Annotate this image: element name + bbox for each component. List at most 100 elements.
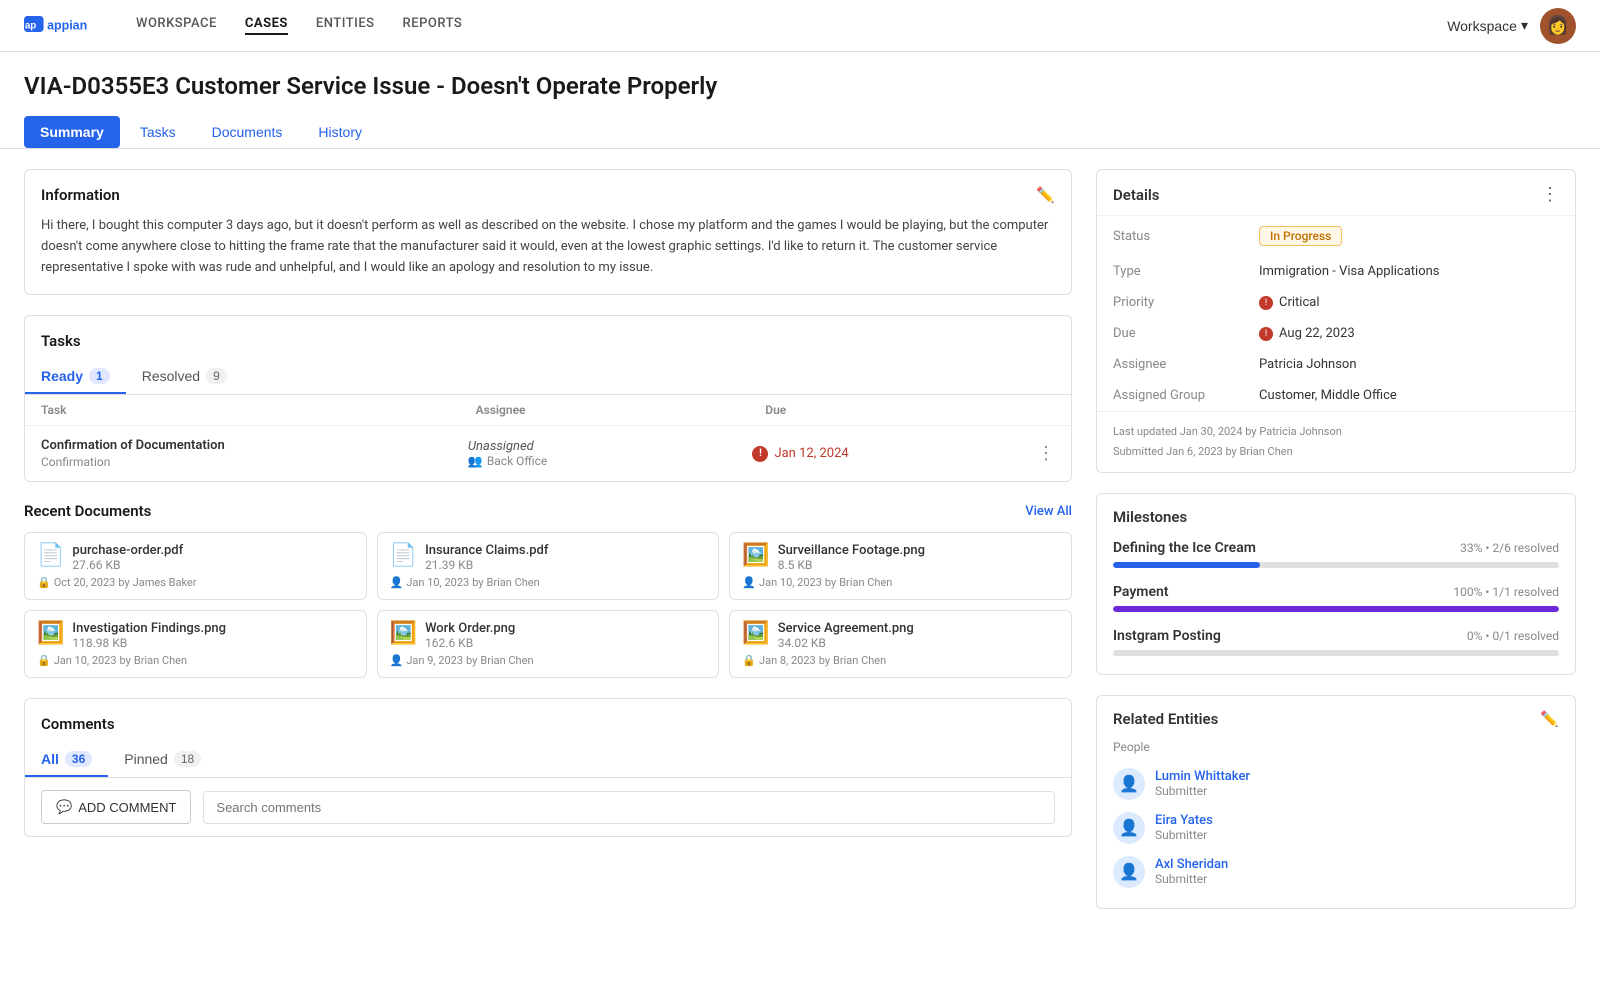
workspace-caret: ▾	[1521, 17, 1528, 34]
appian-logo[interactable]: ap appian	[24, 10, 104, 42]
share-icon: 👤	[390, 654, 404, 667]
tasks-section: Tasks Ready 1 Resolved 9 Task Assignee D…	[24, 315, 1072, 482]
docs-grid: 📄 purchase-order.pdf 27.66 KB 🔒 Oct 20, …	[24, 532, 1072, 678]
png-icon: 🖼️	[390, 621, 417, 646]
comment-tab-pinned[interactable]: Pinned 18	[108, 743, 217, 777]
lock-icon: 🔒	[742, 654, 756, 667]
task-sub: Confirmation	[41, 455, 468, 469]
milestone-item: Instgram Posting 0% • 0/1 resolved	[1113, 628, 1559, 656]
milestone-item: Defining the Ice Cream 33% • 2/6 resolve…	[1113, 540, 1559, 568]
lock-icon: 🔒	[37, 654, 51, 667]
information-card: Information ✏️ Hi there, I bought this c…	[24, 169, 1072, 295]
nav-cases[interactable]: CASES	[245, 16, 288, 35]
milestone-stat: 33% • 2/6 resolved	[1460, 541, 1559, 555]
person-row: 👤 Axl Sheridan Submitter	[1113, 850, 1559, 894]
doc-meta: 🔒 Jan 10, 2023 by Brian Chen	[37, 654, 354, 667]
priority-value: ! Critical	[1259, 295, 1319, 310]
pdf-icon: 📄	[390, 543, 417, 568]
svg-text:ap: ap	[25, 20, 36, 31]
assignee-group: 👥 Back Office	[468, 454, 753, 468]
left-column: Information ✏️ Hi there, I bought this c…	[24, 169, 1072, 837]
tasks-title-area: Tasks	[25, 316, 1071, 350]
list-item: 🖼️ Work Order.png 162.6 KB 👤 Jan 9, 2023…	[377, 610, 720, 678]
right-column: Details ⋮ Status In Progress Type Immigr…	[1096, 169, 1576, 909]
png-icon: 🖼️	[742, 621, 769, 646]
details-more-icon[interactable]: ⋮	[1541, 184, 1559, 205]
related-edit-icon[interactable]: ✏️	[1540, 710, 1559, 728]
detail-row-assignee: Assignee Patricia Johnson	[1097, 349, 1575, 380]
tab-history[interactable]: History	[302, 116, 378, 148]
person-name[interactable]: Eira Yates	[1155, 813, 1213, 828]
nav-links: WORKSPACE CASES ENTITIES REPORTS	[136, 16, 1447, 35]
doc-meta: 🔒 Oct 20, 2023 by James Baker	[37, 576, 354, 589]
list-item: 🖼️ Service Agreement.png 34.02 KB 🔒 Jan …	[729, 610, 1072, 678]
tab-documents[interactable]: Documents	[196, 116, 299, 148]
milestones-card: Milestones Defining the Ice Cream 33% • …	[1096, 493, 1576, 675]
details-card: Details ⋮ Status In Progress Type Immigr…	[1096, 169, 1576, 473]
milestone-header: Defining the Ice Cream 33% • 2/6 resolve…	[1113, 540, 1559, 556]
col-due: Due	[765, 403, 1055, 417]
milestone-name: Defining the Ice Cream	[1113, 540, 1256, 556]
assignee-value: Patricia Johnson	[1259, 357, 1357, 372]
assignee-label: Assignee	[1113, 357, 1243, 372]
nav-workspace[interactable]: WORKSPACE	[136, 16, 217, 35]
col-assignee: Assignee	[476, 403, 766, 417]
workspace-label: Workspace	[1447, 18, 1517, 34]
task-tab-resolved[interactable]: Resolved 9	[126, 360, 243, 394]
workspace-button[interactable]: Workspace ▾	[1447, 17, 1528, 34]
view-all-link[interactable]: View All	[1025, 504, 1072, 519]
comment-tab-all[interactable]: All 36	[25, 743, 108, 777]
person-role: Submitter	[1155, 828, 1213, 842]
user-avatar[interactable]: 👩	[1540, 8, 1576, 44]
person-name[interactable]: Axl Sheridan	[1155, 857, 1228, 872]
tab-tasks[interactable]: Tasks	[124, 116, 192, 148]
pinned-count-badge: 18	[174, 751, 201, 767]
milestones-title: Milestones	[1113, 508, 1559, 526]
information-header: Information ✏️	[41, 186, 1055, 204]
last-updated: Last updated Jan 30, 2024 by Patricia Jo…	[1113, 422, 1559, 442]
related-title: Related Entities	[1113, 710, 1218, 728]
task-name: Confirmation of Documentation	[41, 438, 468, 453]
task-header-row: Task Assignee Due	[25, 395, 1071, 426]
tab-summary[interactable]: Summary	[24, 116, 120, 148]
submitted-info: Submitted Jan 6, 2023 by Brian Chen	[1113, 442, 1559, 462]
doc-size: 162.6 KB	[425, 636, 515, 650]
detail-row-group: Assigned Group Customer, Middle Office	[1097, 380, 1575, 412]
person-row: 👤 Eira Yates Submitter	[1113, 806, 1559, 850]
pdf-icon: 📄	[37, 543, 64, 568]
detail-row-status: Status In Progress	[1097, 216, 1575, 256]
person-row: 👤 Lumin Whittaker Submitter	[1113, 762, 1559, 806]
table-row: Confirmation of Documentation Confirmati…	[25, 426, 1071, 481]
milestone-bar-bg	[1113, 606, 1559, 612]
lock-icon: 🔒	[37, 576, 51, 589]
task-assignee: Unassigned 👥 Back Office	[468, 439, 753, 468]
due-value: ! Aug 22, 2023	[1259, 326, 1355, 341]
person-name[interactable]: Lumin Whittaker	[1155, 769, 1250, 784]
page-title-area: VIA-D0355E3 Customer Service Issue - Doe…	[0, 52, 1600, 100]
add-comment-button[interactable]: 💬 ADD COMMENT	[41, 790, 191, 824]
milestone-header: Instgram Posting 0% • 0/1 resolved	[1113, 628, 1559, 644]
status-label: Status	[1113, 229, 1243, 244]
doc-size: 34.02 KB	[778, 636, 914, 650]
comments-tabs: All 36 Pinned 18	[25, 743, 1071, 778]
comment-search-input[interactable]	[203, 791, 1055, 824]
task-more-icon[interactable]: ⋮	[1037, 443, 1055, 464]
doc-name: Surveillance Footage.png	[778, 543, 925, 558]
documents-section: Recent Documents View All 📄 purchase-ord…	[24, 502, 1072, 678]
doc-name: Service Agreement.png	[778, 621, 914, 636]
nav-entities[interactable]: ENTITIES	[316, 16, 375, 35]
person-role: Submitter	[1155, 784, 1250, 798]
list-item: 🖼️ Surveillance Footage.png 8.5 KB 👤 Jan…	[729, 532, 1072, 600]
comments-actions: 💬 ADD COMMENT	[25, 778, 1071, 836]
details-header: Details ⋮	[1097, 170, 1575, 216]
group-value: Customer, Middle Office	[1259, 388, 1397, 403]
information-edit-icon[interactable]: ✏️	[1036, 186, 1055, 204]
due-label: Due	[1113, 326, 1243, 341]
doc-name: purchase-order.pdf	[72, 543, 183, 558]
type-label: Type	[1113, 264, 1243, 279]
documents-title: Recent Documents	[24, 502, 151, 520]
task-tab-ready[interactable]: Ready 1	[25, 360, 126, 394]
nav-right: Workspace ▾ 👩	[1447, 8, 1576, 44]
information-title: Information	[41, 186, 120, 204]
nav-reports[interactable]: REPORTS	[403, 16, 463, 35]
